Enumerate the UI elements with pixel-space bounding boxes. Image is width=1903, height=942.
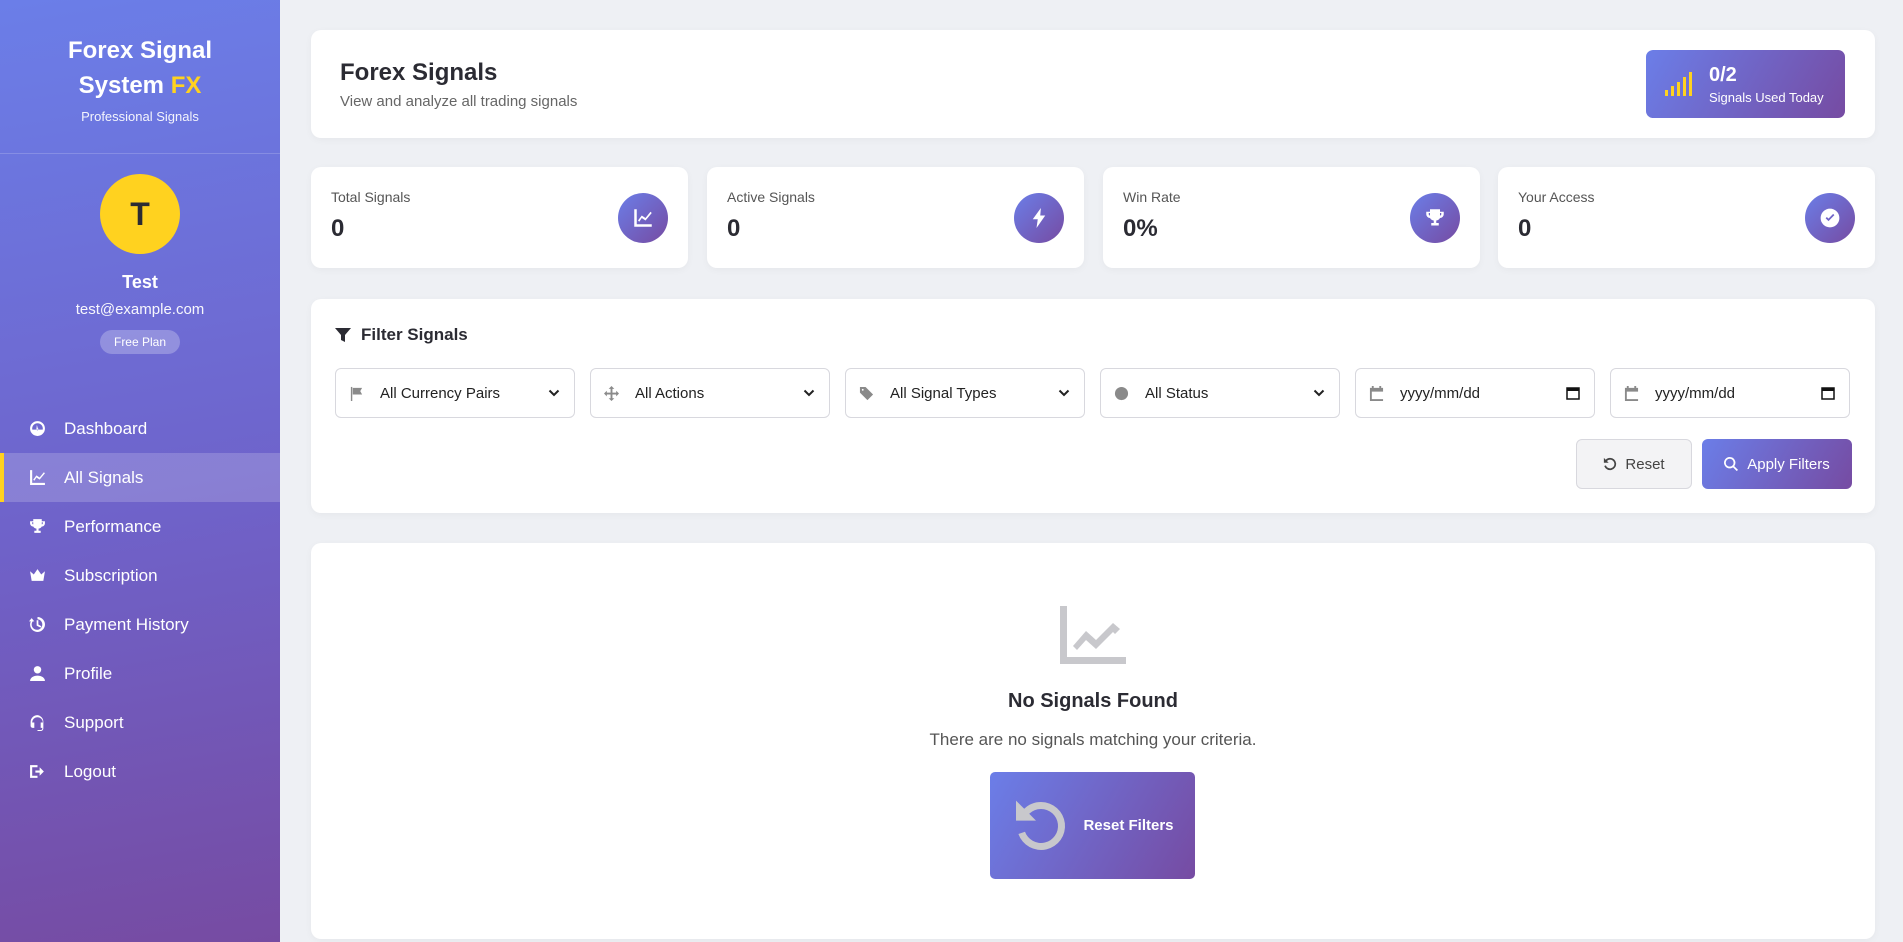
- check-circle-icon: [1805, 193, 1855, 243]
- date-to-placeholder: yyyy/mm/dd: [1655, 384, 1736, 402]
- status-select[interactable]: All Status: [1100, 368, 1340, 418]
- chevron-down-icon: [1313, 389, 1325, 397]
- stat-label: Win Rate: [1123, 189, 1181, 205]
- headset-icon: [28, 714, 46, 732]
- sidebar-item-support[interactable]: Support: [0, 698, 280, 747]
- stat-label: Your Access: [1518, 189, 1595, 205]
- user-profile: T Test test@example.com Free Plan: [0, 154, 280, 354]
- trophy-icon: [28, 518, 46, 536]
- filter-panel: Filter Signals All Currency Pairs All Ac…: [311, 299, 1875, 513]
- chart-line-icon: [28, 469, 46, 487]
- undo-icon: [1016, 800, 1066, 850]
- currency-pair-select[interactable]: All Currency Pairs: [335, 368, 575, 418]
- empty-state-message: There are no signals matching your crite…: [929, 730, 1257, 749]
- reset-filters-button[interactable]: Reset Filters: [990, 772, 1195, 879]
- currency-pair-value: All Currency Pairs: [380, 384, 501, 402]
- sidebar-item-dashboard[interactable]: Dashboard: [0, 404, 280, 453]
- crown-icon: [28, 567, 46, 585]
- signal-type-value: All Signal Types: [890, 384, 997, 402]
- stat-value: 0: [727, 215, 741, 242]
- gauge-icon: [28, 420, 46, 438]
- page-header: Forex Signals View and analyze all tradi…: [311, 30, 1875, 138]
- status-value: All Status: [1145, 384, 1209, 402]
- stat-value: 0%: [1123, 215, 1158, 242]
- sidebar-item-performance[interactable]: Performance: [0, 502, 280, 551]
- signals-empty-state: No Signals Found There are no signals ma…: [311, 543, 1875, 939]
- history-icon: [28, 616, 46, 634]
- calendar-picker-icon[interactable]: [1566, 386, 1580, 400]
- stat-card-active-signals: Active Signals 0: [707, 167, 1084, 268]
- chevron-down-icon: [803, 389, 815, 397]
- sidebar-item-payment-history[interactable]: Payment History: [0, 600, 280, 649]
- usage-label: Signals Used Today: [1709, 89, 1824, 105]
- date-from-placeholder: yyyy/mm/dd: [1400, 384, 1481, 402]
- usage-count: 0/2: [1709, 63, 1737, 86]
- sidebar-item-logout[interactable]: Logout: [0, 747, 280, 796]
- circle-icon: [1113, 385, 1129, 401]
- logout-icon: [28, 763, 46, 781]
- signals-usage-badge: 0/2 Signals Used Today: [1646, 50, 1845, 118]
- date-from-input[interactable]: yyyy/mm/dd: [1355, 368, 1595, 418]
- stat-value: 0: [1518, 215, 1532, 242]
- filter-icon: [335, 328, 351, 342]
- calendar-icon: [1623, 385, 1639, 401]
- calendar-picker-icon[interactable]: [1821, 386, 1835, 400]
- trophy-icon: [1410, 193, 1460, 243]
- stat-card-your-access: Your Access 0: [1498, 167, 1875, 268]
- action-value: All Actions: [635, 384, 705, 402]
- action-select[interactable]: All Actions: [590, 368, 830, 418]
- brand-subtitle: Professional Signals: [81, 109, 199, 124]
- empty-state-title: No Signals Found: [1008, 690, 1178, 712]
- signal-bars-icon: [1665, 72, 1692, 96]
- calendar-icon: [1368, 385, 1384, 401]
- brand-title: Forex Signal System FX: [67, 37, 213, 99]
- sidebar-item-profile[interactable]: Profile: [0, 649, 280, 698]
- user-icon: [28, 665, 46, 683]
- chevron-down-icon: [548, 389, 560, 397]
- sidebar-item-all-signals[interactable]: All Signals: [0, 453, 280, 502]
- user-email: test@example.com: [75, 301, 205, 318]
- stat-card-win-rate: Win Rate 0%: [1103, 167, 1480, 268]
- reset-button[interactable]: Reset: [1576, 439, 1692, 489]
- undo-icon: [1604, 457, 1617, 471]
- apply-filters-button[interactable]: Apply Filters: [1702, 439, 1852, 489]
- sidebar: Forex Signal System FX Professional Sign…: [0, 0, 280, 942]
- brand: Forex Signal System FX Professional Sign…: [0, 0, 280, 154]
- bolt-icon: [1014, 193, 1064, 243]
- sidebar-item-subscription[interactable]: Subscription: [0, 551, 280, 600]
- brand-accent: FX: [170, 72, 202, 99]
- filter-title: Filter Signals: [335, 325, 468, 345]
- user-name: Test: [122, 272, 158, 292]
- stat-label: Active Signals: [727, 189, 815, 205]
- chart-line-icon: [618, 193, 668, 243]
- stat-label: Total Signals: [331, 189, 411, 205]
- stat-value: 0: [331, 215, 345, 242]
- tag-icon: [858, 385, 874, 401]
- flag-icon: [348, 385, 364, 401]
- page-subtitle: View and analyze all trading signals: [340, 93, 578, 110]
- signal-type-select[interactable]: All Signal Types: [845, 368, 1085, 418]
- sidebar-nav: Dashboard All Signals Performance Subscr…: [0, 404, 280, 796]
- avatar: T: [100, 174, 180, 254]
- plan-badge: Free Plan: [99, 330, 181, 354]
- chevron-down-icon: [1058, 389, 1070, 397]
- stat-card-total-signals: Total Signals 0: [311, 167, 688, 268]
- arrows-move-icon: [603, 385, 619, 401]
- chart-line-icon: [1060, 606, 1126, 664]
- page-title: Forex Signals: [340, 59, 498, 86]
- date-to-input[interactable]: yyyy/mm/dd: [1610, 368, 1850, 418]
- search-icon: [1724, 457, 1739, 471]
